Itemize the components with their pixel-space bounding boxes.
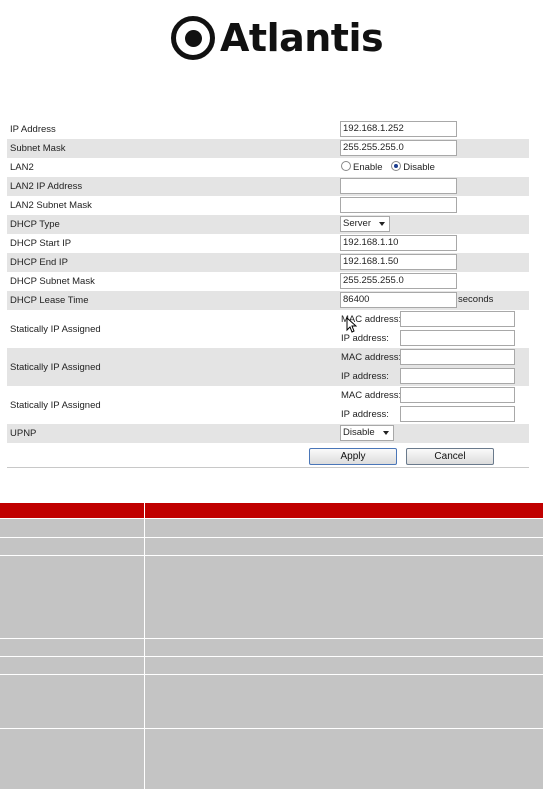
panel-divider xyxy=(7,467,529,468)
dhcp-type-row: DHCP Type Server xyxy=(7,215,529,234)
table-row xyxy=(0,675,543,729)
dhcp-mask-input[interactable]: 255.255.255.0 xyxy=(340,273,457,289)
lease-time-label: DHCP Lease Time xyxy=(10,295,89,306)
static-ip-address-label: IP address: xyxy=(341,409,389,420)
lan2-label: LAN2 xyxy=(10,162,34,173)
static-ip-label: Statically IP Assigned xyxy=(10,400,101,411)
dhcp-mask-row: DHCP Subnet Mask 255.255.255.0 xyxy=(7,272,529,291)
static-ip-address-label: IP address: xyxy=(341,333,389,344)
lan2-ip-row: LAN2 IP Address xyxy=(7,177,529,196)
static-ip-address-input[interactable] xyxy=(400,406,515,422)
dhcp-start-input[interactable]: 192.168.1.10 xyxy=(340,235,457,251)
lan-settings-form: IP Address 192.168.1.252 Subnet Mask 255… xyxy=(7,120,529,443)
upnp-row: UPNP Disable xyxy=(7,424,529,443)
logo-mark-icon xyxy=(171,16,215,60)
lan2-disable-option[interactable]: Disable xyxy=(391,161,435,173)
table-cell xyxy=(0,729,145,789)
apply-button[interactable]: Apply xyxy=(309,448,397,465)
upnp-label: UPNP xyxy=(10,428,37,439)
subnet-mask-label: Subnet Mask xyxy=(10,143,66,154)
lease-unit-label: seconds xyxy=(458,294,494,305)
static-ip-row: Statically IP Assigned MAC address: IP a… xyxy=(7,386,529,424)
dhcp-type-value: Server xyxy=(343,218,371,229)
table-cell xyxy=(0,657,145,674)
table-cell xyxy=(0,675,145,728)
lan2-disable-radio[interactable] xyxy=(391,161,402,171)
dhcp-type-label: DHCP Type xyxy=(10,219,60,230)
lan2-row: LAN2 Enable Disable xyxy=(7,158,529,177)
dhcp-end-input[interactable]: 192.168.1.50 xyxy=(340,254,457,270)
static-ip-label: Statically IP Assigned xyxy=(10,324,101,335)
subnet-mask-row: Subnet Mask 255.255.255.0 xyxy=(7,139,529,158)
table-header-row xyxy=(0,503,543,519)
ip-address-row: IP Address 192.168.1.252 xyxy=(7,120,529,139)
static-ip-label: Statically IP Assigned xyxy=(10,362,101,373)
dhcp-end-row: DHCP End IP 192.168.1.50 xyxy=(7,253,529,272)
table-row xyxy=(0,729,543,790)
chevron-down-icon xyxy=(378,222,385,226)
dhcp-start-row: DHCP Start IP 192.168.1.10 xyxy=(7,234,529,253)
table-row xyxy=(0,556,543,639)
dhcp-mask-label: DHCP Subnet Mask xyxy=(10,276,95,287)
static-ip-row: Statically IP Assigned MAC address: IP a… xyxy=(7,348,529,386)
dhcp-end-label: DHCP End IP xyxy=(10,257,68,268)
upnp-select[interactable]: Disable xyxy=(340,425,394,441)
chevron-down-icon xyxy=(382,431,389,435)
table-row xyxy=(0,639,543,657)
lan2-mask-row: LAN2 Subnet Mask xyxy=(7,196,529,215)
dhcp-type-select[interactable]: Server xyxy=(340,216,390,232)
table-cell xyxy=(0,519,145,537)
upnp-value: Disable xyxy=(343,427,375,438)
table-row xyxy=(0,538,543,556)
description-table xyxy=(0,503,543,790)
form-actions: Apply Cancel xyxy=(7,446,529,468)
ip-address-input[interactable]: 192.168.1.252 xyxy=(340,121,457,137)
lease-time-input[interactable]: 86400 xyxy=(340,292,457,308)
mac-address-label: MAC address: xyxy=(341,352,402,363)
atlantis-logo: Atlantis xyxy=(171,14,384,62)
table-cell xyxy=(0,556,145,638)
dhcp-start-label: DHCP Start IP xyxy=(10,238,72,249)
logo-text: Atlantis xyxy=(220,16,384,60)
lan2-mask-input[interactable] xyxy=(340,197,457,213)
table-row xyxy=(0,519,543,538)
lan2-enable-label: Enable xyxy=(353,162,383,173)
static-ip-address-input[interactable] xyxy=(400,330,515,346)
lan2-radio-group: Enable Disable xyxy=(341,158,441,177)
lease-time-row: DHCP Lease Time 86400 seconds xyxy=(7,291,529,310)
mouse-pointer-icon xyxy=(346,317,357,333)
table-cell xyxy=(0,538,145,555)
lan2-enable-radio[interactable] xyxy=(341,161,351,171)
mac-address-input[interactable] xyxy=(400,387,515,403)
static-ip-row: Statically IP Assigned MAC address: IP a… xyxy=(7,310,529,348)
table-header-cell xyxy=(0,503,145,518)
lan2-ip-input[interactable] xyxy=(340,178,457,194)
static-ip-address-input[interactable] xyxy=(400,368,515,384)
mac-address-input[interactable] xyxy=(400,349,515,365)
static-ip-address-label: IP address: xyxy=(341,371,389,382)
table-cell xyxy=(0,639,145,656)
lan2-mask-label: LAN2 Subnet Mask xyxy=(10,200,92,211)
table-row xyxy=(0,657,543,675)
lan2-ip-label: LAN2 IP Address xyxy=(10,181,83,192)
mac-address-input[interactable] xyxy=(400,311,515,327)
ip-address-label: IP Address xyxy=(10,124,56,135)
subnet-mask-input[interactable]: 255.255.255.0 xyxy=(340,140,457,156)
cancel-button[interactable]: Cancel xyxy=(406,448,494,465)
mac-address-label: MAC address: xyxy=(341,390,402,401)
lan2-enable-option[interactable]: Enable xyxy=(341,161,383,173)
lan2-disable-label: Disable xyxy=(403,162,435,173)
